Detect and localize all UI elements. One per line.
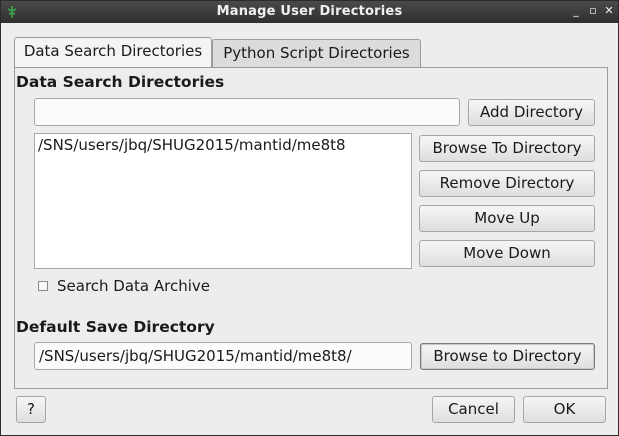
search-data-archive-checkbox[interactable] bbox=[38, 281, 48, 291]
browse-to-directory-button[interactable]: Browse To Directory bbox=[419, 135, 595, 162]
tab-data-search-directories[interactable]: Data Search Directories bbox=[14, 37, 212, 67]
tab-python-script-directories[interactable]: Python Script Directories bbox=[212, 39, 421, 67]
window-title: Manage User Directories bbox=[216, 4, 403, 19]
new-directory-input[interactable] bbox=[34, 98, 460, 126]
default-save-directory-input[interactable]: /SNS/users/jbq/SHUG2015/mantid/me8t8/ bbox=[34, 342, 412, 370]
help-button[interactable]: ? bbox=[16, 396, 46, 423]
data-search-heading: Data Search Directories bbox=[16, 73, 225, 91]
title-bar[interactable]: Manage User Directories _ ▫ ✕ bbox=[1, 1, 618, 23]
cancel-button[interactable]: Cancel bbox=[432, 396, 515, 423]
add-directory-button[interactable]: Add Directory bbox=[468, 99, 595, 126]
minimize-icon[interactable]: _ bbox=[569, 3, 583, 19]
remove-directory-button[interactable]: Remove Directory bbox=[419, 170, 595, 197]
browse-save-directory-button[interactable]: Browse to Directory bbox=[420, 343, 595, 370]
default-save-heading: Default Save Directory bbox=[16, 318, 215, 336]
list-item[interactable]: /SNS/users/jbq/SHUG2015/mantid/me8t8 bbox=[35, 134, 411, 156]
search-data-archive-option[interactable]: Search Data Archive bbox=[38, 277, 238, 297]
move-up-button[interactable]: Move Up bbox=[419, 205, 595, 232]
close-icon[interactable]: ✕ bbox=[602, 3, 616, 19]
maximize-icon[interactable]: ▫ bbox=[586, 3, 600, 19]
search-data-archive-label: Search Data Archive bbox=[57, 277, 211, 295]
move-down-button[interactable]: Move Down bbox=[419, 240, 595, 267]
ok-button[interactable]: OK bbox=[523, 396, 606, 423]
directory-list[interactable]: /SNS/users/jbq/SHUG2015/mantid/me8t8 bbox=[34, 133, 412, 269]
manage-user-directories-dialog: Manage User Directories _ ▫ ✕ Data Searc… bbox=[0, 0, 619, 436]
